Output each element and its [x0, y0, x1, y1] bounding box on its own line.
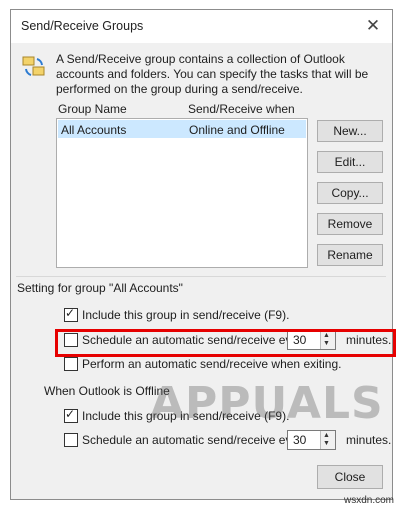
new-button[interactable]: New... [317, 120, 383, 142]
dialog-title: Send/Receive Groups [21, 19, 144, 33]
offline-minutes-value: 30 [293, 433, 307, 447]
offline-include-checkbox[interactable] [64, 407, 78, 423]
spinner-arrows[interactable]: ▲ ▼ [320, 431, 335, 449]
send-receive-when-header: Send/Receive when [188, 102, 295, 116]
close-button[interactable]: Close [317, 465, 383, 489]
groups-list[interactable]: All Accounts Online and Offline [56, 118, 308, 268]
online-include-label: Include this group in send/receive (F9). [82, 308, 290, 322]
send-receive-groups-icon [22, 56, 45, 76]
remove-button[interactable]: Remove [317, 213, 383, 235]
copy-button[interactable]: Copy... [317, 182, 383, 204]
offline-minutes-spinner[interactable]: 30 ▲ ▼ [287, 430, 336, 450]
divider [16, 276, 386, 277]
group-name-cell: All Accounts [61, 123, 127, 137]
online-include-checkbox[interactable] [64, 306, 78, 322]
offline-schedule-checkbox[interactable] [64, 433, 78, 447]
highlight-box [55, 329, 396, 357]
rename-button[interactable]: Rename [317, 244, 383, 266]
exit-checkbox[interactable] [64, 357, 78, 371]
exit-label: Perform an automatic send/receive when e… [82, 357, 342, 371]
description-text: A Send/Receive group contains a collecti… [56, 52, 369, 96]
title-bar: Send/Receive Groups ✕ [11, 10, 392, 43]
group-name-header: Group Name [58, 102, 127, 116]
arrow-down-icon[interactable]: ▼ [323, 440, 330, 448]
list-item[interactable]: All Accounts Online and Offline [58, 120, 306, 138]
arrow-up-icon[interactable]: ▲ [323, 432, 330, 440]
offline-minutes-unit: minutes. [346, 433, 392, 447]
offline-schedule-label: Schedule an automatic send/receive every [82, 433, 309, 447]
close-icon[interactable]: ✕ [362, 15, 384, 37]
edit-button[interactable]: Edit... [317, 151, 383, 173]
watermark-logo: APPUALS [150, 378, 384, 429]
group-settings-title: Setting for group "All Accounts" [17, 281, 183, 295]
send-receive-when-cell: Online and Offline [189, 123, 285, 137]
corner-watermark: wsxdn.com [343, 495, 394, 506]
